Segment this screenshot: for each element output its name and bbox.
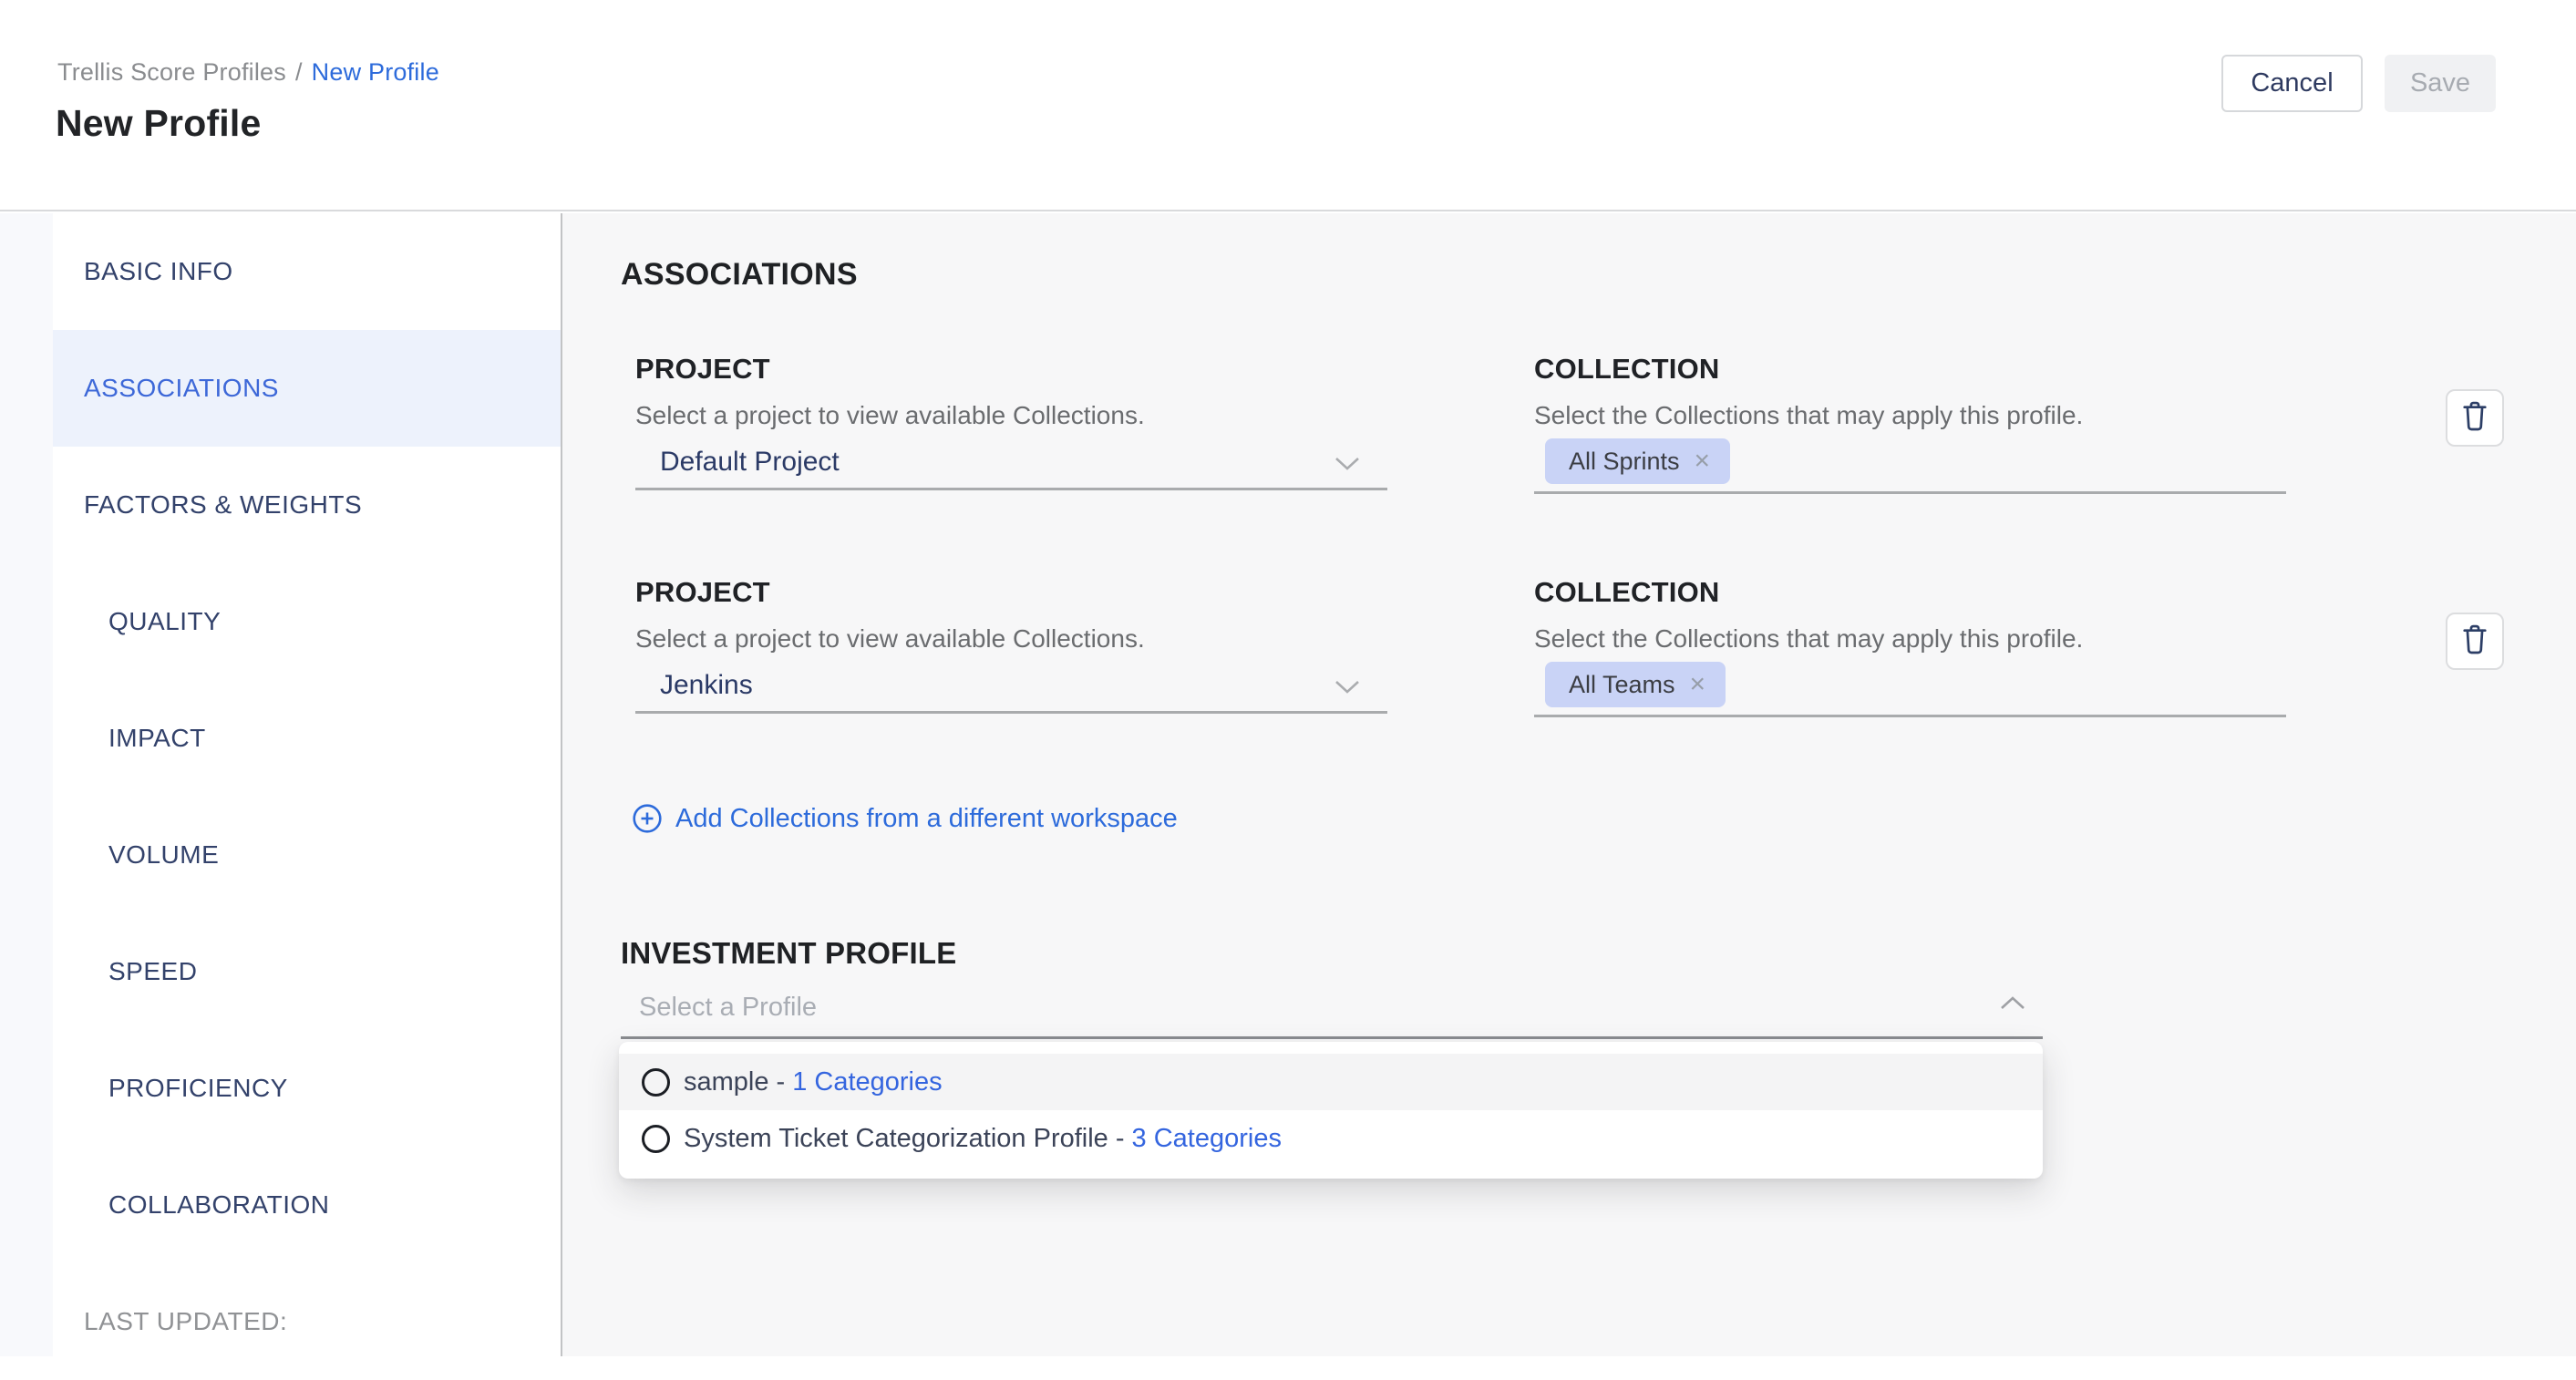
collection-chip-label: All Sprints [1569,448,1680,476]
sidebar-item-impact[interactable]: IMPACT [53,680,561,797]
collection-label: COLLECTION [1534,353,1720,386]
profile-options-dropdown: sample - 1 Categories System Ticket Cate… [619,1042,2043,1179]
breadcrumb: Trellis Score Profiles / New Profile [57,58,439,87]
save-button[interactable]: Save [2385,55,2496,112]
sidebar-item-factors-weights[interactable]: FACTORS & WEIGHTS [53,447,561,563]
chip-remove-icon[interactable]: × [1695,448,1711,475]
delete-row-button[interactable] [2446,389,2504,447]
project-select[interactable]: Default Project [660,447,840,478]
project-select[interactable]: Jenkins [660,670,753,701]
profile-option-categories-link[interactable]: 3 Categories [1132,1124,1282,1154]
sidebar-nav: BASIC INFO ASSOCIATIONS FACTORS & WEIGHT… [53,213,562,1356]
collection-description: Select the Collections that may apply th… [1534,401,2083,430]
section-heading: ASSOCIATIONS [621,257,858,293]
chevron-down-icon[interactable] [1334,456,1361,476]
chevron-down-icon[interactable] [1334,679,1361,699]
project-select-underline [635,711,1387,714]
trash-icon [2458,397,2491,438]
project-select-underline [635,488,1387,490]
investment-profile-heading: INVESTMENT PROFILE [621,936,956,971]
collection-select-underline [1534,715,2286,717]
collection-chip: All Teams × [1545,662,1726,707]
delete-row-button[interactable] [2446,613,2504,670]
chevron-up-icon[interactable] [1999,995,2026,1015]
sidebar-item-quality[interactable]: QUALITY [53,563,561,680]
project-description: Select a project to view available Colle… [635,401,1145,430]
collection-chip: All Sprints × [1545,438,1730,484]
profile-option-sample[interactable]: sample - 1 Categories [619,1054,2043,1110]
add-collections-label: Add Collections from a different workspa… [675,804,1178,834]
left-gutter [0,213,53,1356]
sidebar-item-volume[interactable]: VOLUME [53,797,561,913]
sidebar-item-last-updated: LAST UPDATED: [53,1263,561,1380]
collection-chip-label: All Teams [1569,671,1675,699]
associations-panel: ASSOCIATIONS PROJECT Select a project to… [562,213,2576,1356]
project-description: Select a project to view available Colle… [635,624,1145,654]
collection-select-underline [1534,491,2286,494]
trash-icon [2458,621,2491,662]
sidebar-item-collaboration[interactable]: COLLABORATION [53,1147,561,1263]
sidebar-item-speed[interactable]: SPEED [53,913,561,1030]
breadcrumb-separator: / [295,58,303,86]
chip-remove-icon[interactable]: × [1690,671,1706,698]
collection-description: Select the Collections that may apply th… [1534,624,2083,654]
cancel-button[interactable]: Cancel [2221,55,2363,112]
collection-label: COLLECTION [1534,576,1720,609]
project-label: PROJECT [635,353,770,386]
plus-circle-icon [632,803,663,834]
profile-option-categories-link[interactable]: 1 Categories [792,1067,942,1097]
project-label: PROJECT [635,576,770,609]
breadcrumb-root[interactable]: Trellis Score Profiles [57,58,286,86]
investment-select-underline [621,1036,2043,1039]
sidebar-item-basic-info[interactable]: BASIC INFO [53,213,561,330]
page-title: New Profile [56,102,261,145]
profile-option-system-ticket[interactable]: System Ticket Categorization Profile - 3… [619,1110,2043,1167]
radio-icon[interactable] [642,1125,670,1153]
sidebar-item-associations[interactable]: ASSOCIATIONS [53,330,561,447]
add-collections-link[interactable]: Add Collections from a different workspa… [632,803,1178,834]
page-header: Trellis Score Profiles / New Profile New P… [0,0,2576,211]
profile-option-name: System Ticket Categorization Profile - [684,1124,1125,1154]
profile-option-name: sample - [684,1067,785,1097]
breadcrumb-current[interactable]: New Profile [312,58,439,86]
sidebar-item-proficiency[interactable]: PROFICIENCY [53,1030,561,1147]
investment-profile-select[interactable]: Select a Profile [639,993,817,1023]
radio-icon[interactable] [642,1068,670,1097]
